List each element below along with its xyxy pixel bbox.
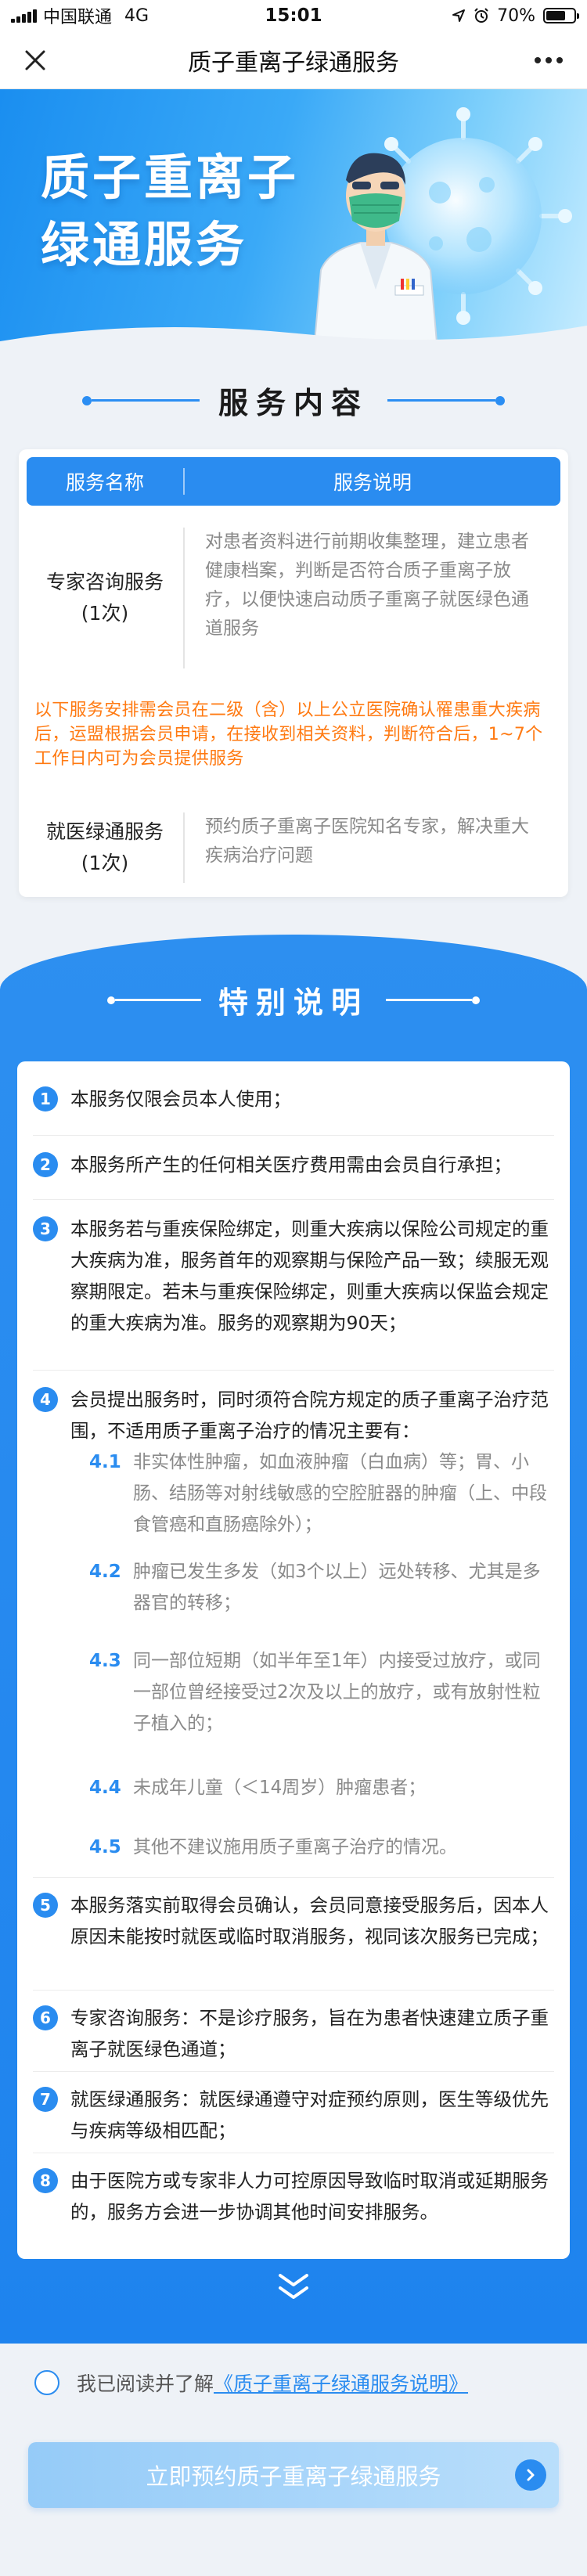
sub-item-text: 同一部位短期（如半年至1年）内接受过放疗，或同一部位曾经接受过2次及以上的放疗，… <box>133 1651 541 1734</box>
item-number: 7 <box>33 2087 58 2112</box>
hero-banner: 质子重离子 绿通服务 <box>0 89 587 355</box>
banner-title-line1: 质子重离子 <box>41 149 300 206</box>
sub-item-number: 4.5 <box>89 1837 121 1857</box>
sub-list-item: 4.2 肿瘤已发生多发（如3个以上）远处转移、尤其是多器官的转移； <box>89 1556 556 1619</box>
table-header: 服务名称 服务说明 <box>27 457 560 506</box>
header-service-desc: 服务说明 <box>333 471 412 494</box>
item-number: 8 <box>33 2168 58 2193</box>
special-section-title: 特别说明 <box>218 985 369 1020</box>
list-item: 7 就医绿通服务：就医绿通遵守对症预约原则，医生等级优先与疾病等级相匹配； <box>33 2084 556 2146</box>
sub-list-item: 4.1 非实体性肿瘤，如血液肿瘤（白血病）等；胃、小肠、结肠等对射线敏感的空腔脏… <box>89 1447 556 1540</box>
sub-item-number: 4.2 <box>89 1562 121 1582</box>
sub-list-item: 4.5 其他不建议施用质子重离子治疗的情况。 <box>89 1832 556 1863</box>
item-number: 3 <box>33 1216 58 1241</box>
service-count: (1次) <box>81 602 129 625</box>
divider <box>33 2071 554 2072</box>
service-name: 专家咨询服务 <box>45 571 164 593</box>
special-section-header: 特别说明 <box>0 978 587 1021</box>
table-row: 专家咨询服务 (1次) 对患者资料进行前期收集整理，建立患者健康档案，判断是否符… <box>27 528 560 668</box>
item-text: 专家咨询服务：不是诊疗服务，旨在为患者快速建立质子重离子就医绿色通道； <box>70 2007 549 2060</box>
sub-item-number: 4.3 <box>89 1651 121 1671</box>
header-service-name: 服务名称 <box>65 471 144 494</box>
network-label: 4G <box>124 5 149 26</box>
banner-title: 质子重离子 绿通服务 <box>41 144 299 279</box>
title-decoration-right <box>386 996 480 1004</box>
banner-wave <box>0 326 587 355</box>
nav-bar: 质子重离子绿通服务 <box>0 31 587 89</box>
item-text: 本服务所产生的任何相关医疗费用需由会员自行承担； <box>70 1154 512 1176</box>
location-icon <box>452 9 466 22</box>
service-note: 以下服务安排需会员在二级（含）以上公立医院确认罹患重大疾病后，运盟根据会员申请，… <box>34 701 543 769</box>
service-section-title: 服务内容 <box>218 386 369 420</box>
title-decoration-left <box>81 395 200 405</box>
book-service-label: 立即预约质子重离子绿通服务 <box>146 2463 441 2490</box>
item-text: 本服务若与重疾保险绑定，则重大疾病以保险公司规定的重大疾病为准，服务首年的观察期… <box>70 1218 549 1334</box>
item-number: 2 <box>33 1152 58 1177</box>
divider <box>33 1135 554 1136</box>
list-item: 3 本服务若与重疾保险绑定，则重大疾病以保险公司规定的重大疾病为准，服务首年的观… <box>33 1213 556 1338</box>
more-icon[interactable] <box>529 44 568 77</box>
service-section-header: 服务内容 <box>0 379 587 422</box>
sub-item-text: 肿瘤已发生多发（如3个以上）远处转移、尤其是多器官的转移； <box>133 1562 541 1613</box>
divider <box>33 1370 554 1371</box>
battery-percent: 70% <box>497 5 535 26</box>
agreement-radio[interactable] <box>34 2370 59 2395</box>
item-text: 就医绿通服务：就医绿通遵守对症预约原则，医生等级优先与疾病等级相匹配； <box>70 2088 549 2142</box>
sub-item-text: 非实体性肿瘤，如血液肿瘤（白血病）等；胃、小肠、结肠等对射线敏感的空腔脏器的肿瘤… <box>133 1452 547 1535</box>
close-icon[interactable] <box>19 44 52 77</box>
item-text: 本服务落实前取得会员确认，会员同意接受服务后，因本人原因未能按时就医或临时取消服… <box>70 1894 549 1947</box>
sub-list-item: 4.3 同一部位短期（如半年至1年）内接受过放疗，或同一部位曾经接受过2次及以上… <box>89 1645 556 1739</box>
list-item: 4 会员提出服务时，同时须符合院方规定的质子重离子治疗范围，不适用质子重离子治疗… <box>33 1384 556 1447</box>
title-decoration-left <box>106 996 201 1004</box>
carrier-label: 中国联通 <box>43 8 113 27</box>
sub-list-item: 4.4 未成年儿童（＜14周岁）肿瘤患者； <box>89 1772 556 1803</box>
item-number: 5 <box>33 1893 58 1918</box>
title-decoration-right <box>387 395 505 405</box>
special-notes-section: 特别说明 1 本服务仅限会员本人使用； 2 本服务所产生的任何相关医疗费用需由会… <box>0 935 587 2344</box>
battery-icon <box>543 8 579 23</box>
banner-title-line2: 绿通服务 <box>41 216 248 273</box>
service-count: (1次) <box>81 852 129 874</box>
item-number: 1 <box>33 1086 58 1111</box>
item-number: 4 <box>33 1387 58 1412</box>
list-item: 1 本服务仅限会员本人使用； <box>33 1083 556 1115</box>
item-text: 由于医院方或专家非人力可控原因导致临时取消或延期服务的，服务方会进一步协调其他时… <box>70 2170 549 2223</box>
service-table-card: 服务名称 服务说明 专家咨询服务 (1次) 对患者资料进行前期收集整理，建立患者… <box>19 449 568 897</box>
sub-item-text: 未成年儿童（＜14周岁）肿瘤患者； <box>133 1778 427 1798</box>
service-name-cell: 专家咨询服务 (1次) <box>27 528 183 668</box>
agreement-row[interactable]: 我已阅读并了解《质子重离子绿通服务说明》 <box>34 2369 468 2397</box>
signal-icon <box>11 9 37 23</box>
sub-item-text: 其他不建议施用质子重离子治疗的情况。 <box>133 1837 457 1857</box>
list-item: 8 由于医院方或专家非人力可控原因导致临时取消或延期服务的，服务方会进一步协调其… <box>33 2165 556 2228</box>
alarm-icon <box>474 8 488 23</box>
table-row: 就医绿通服务 (1次) 预约质子重离子医院知名专家，解决重大疾病治疗问题 <box>27 812 560 883</box>
list-item: 2 本服务所产生的任何相关医疗费用需由会员自行承担； <box>33 1149 556 1180</box>
divider <box>33 1199 554 1200</box>
item-text: 会员提出服务时，同时须符合院方规定的质子重离子治疗范围，不适用质子重离子治疗的情… <box>70 1389 549 1442</box>
service-desc: 预约质子重离子医院知名专家，解决重大疾病治疗问题 <box>205 816 529 866</box>
double-chevron-down-icon[interactable] <box>274 2271 313 2302</box>
list-item: 6 专家咨询服务：不是诊疗服务，旨在为患者快速建立质子重离子就医绿色通道； <box>33 2002 556 2065</box>
list-item: 5 本服务落实前取得会员确认，会员同意接受服务后，因本人原因未能按时就医或临时取… <box>33 1890 556 1952</box>
status-bar: 中国联通 4G 15:01 70% <box>0 0 587 31</box>
sub-item-number: 4.1 <box>89 1452 121 1472</box>
sub-item-number: 4.4 <box>89 1778 121 1798</box>
service-name: 就医绿通服务 <box>45 820 164 843</box>
item-number: 6 <box>33 2005 58 2030</box>
service-name-cell: 就医绿通服务 (1次) <box>27 812 183 883</box>
item-text: 本服务仅限会员本人使用； <box>70 1088 291 1110</box>
book-service-button[interactable]: 立即预约质子重离子绿通服务 <box>28 2442 559 2508</box>
page-title: 质子重离子绿通服务 <box>188 49 399 77</box>
agreement-link[interactable]: 《质子重离子绿通服务说明》 <box>214 2372 468 2395</box>
special-notes-card: 1 本服务仅限会员本人使用； 2 本服务所产生的任何相关医疗费用需由会员自行承担… <box>17 1061 570 2259</box>
service-desc: 对患者资料进行前期收集整理，建立患者健康档案，判断是否符合质子重离子放疗，以便快… <box>205 531 529 639</box>
divider <box>33 1990 554 1991</box>
divider <box>33 1877 554 1878</box>
agreement-prefix: 我已阅读并了解 <box>77 2372 214 2395</box>
chevron-right-icon <box>515 2459 546 2491</box>
